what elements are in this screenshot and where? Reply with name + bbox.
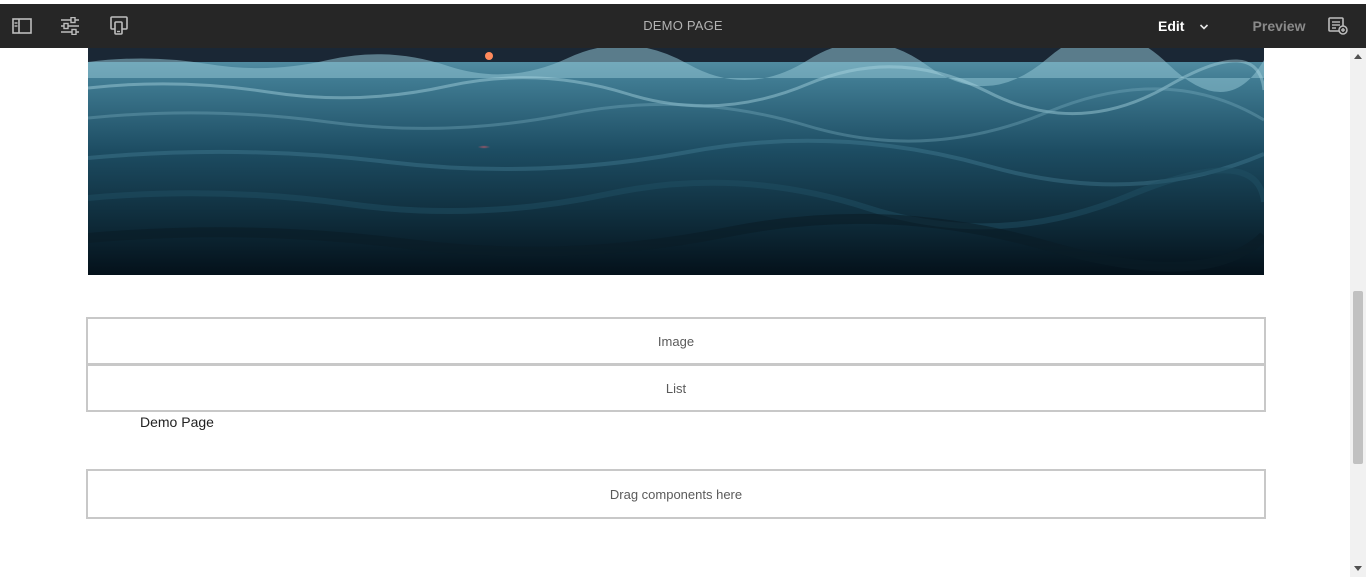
scroll-up-arrow-icon[interactable] [1350, 48, 1366, 64]
image-placeholder-label: Image [657, 333, 695, 349]
page-canvas: Image List Demo Page Drag components her… [0, 48, 1350, 577]
editor-toolbar: DEMO PAGE Edit Preview [0, 4, 1366, 48]
side-panel-icon[interactable] [11, 15, 33, 37]
page-title-text[interactable]: Demo Page [140, 414, 214, 430]
vertical-scrollbar[interactable] [1350, 48, 1366, 577]
emulator-icon[interactable] [108, 15, 130, 37]
scrollbar-thumb[interactable] [1353, 291, 1363, 464]
chevron-down-icon [1199, 19, 1209, 37]
list-component-placeholder[interactable]: List [86, 364, 1266, 412]
edit-mode-label: Edit [1158, 18, 1185, 34]
drop-zone-label: Drag components here [609, 486, 743, 502]
annotate-icon[interactable] [1327, 15, 1349, 37]
scroll-down-arrow-icon[interactable] [1350, 561, 1366, 577]
page-properties-icon[interactable] [59, 15, 81, 37]
mode-dropdown[interactable]: Edit [1150, 4, 1220, 48]
list-placeholder-label: List [665, 380, 687, 396]
page-title-toolbar: DEMO PAGE [643, 18, 723, 33]
hero-image[interactable] [88, 48, 1264, 275]
drop-zone[interactable]: Drag components here [86, 469, 1266, 519]
image-component-placeholder[interactable]: Image [86, 317, 1266, 365]
preview-button[interactable]: Preview [1244, 4, 1314, 48]
